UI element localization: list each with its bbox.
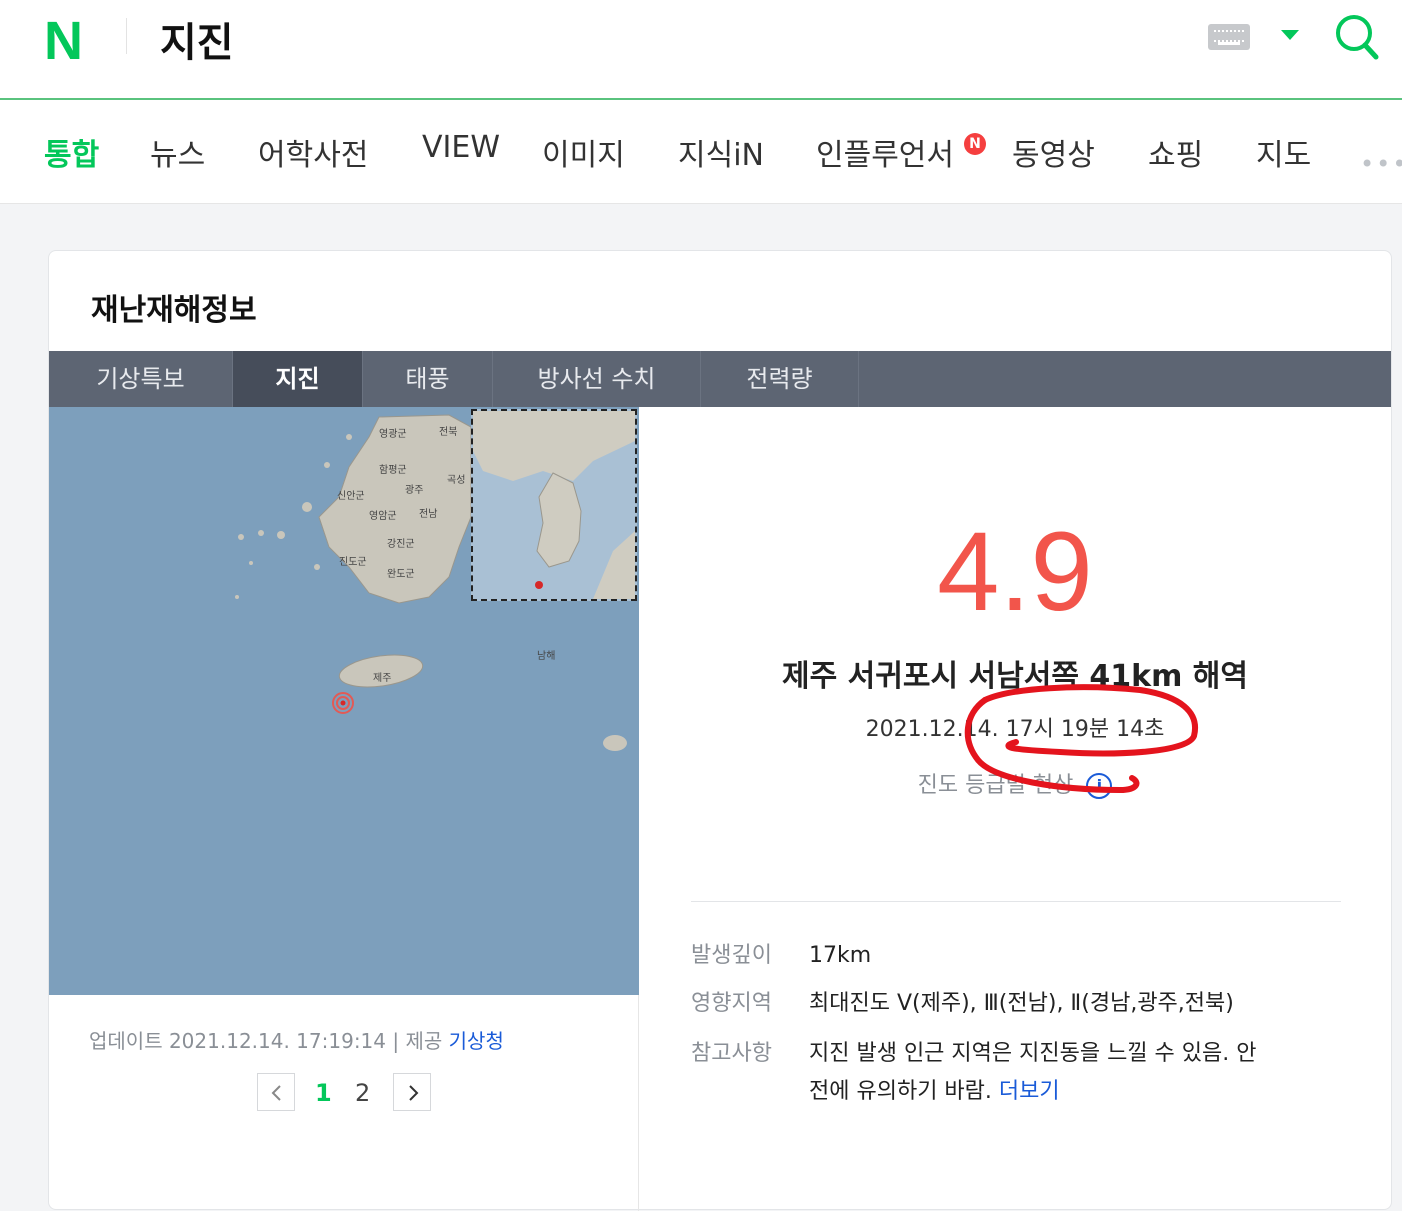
tab-video[interactable]: 동영상 [1012,130,1095,174]
provider-link[interactable]: 기상청 [449,1029,504,1053]
search-icon[interactable] [1334,12,1380,60]
provider-label: 제공 [405,1029,443,1053]
more-link[interactable]: 더보기 [999,1079,1060,1104]
tab-map[interactable]: 지도 [1256,130,1311,174]
tab-images[interactable]: 이미지 [542,130,625,174]
search-tabs: 통합 뉴스 어학사전 VIEW 이미지 지식iN 인플루언서 N 동영상 쇼핑 … [0,100,1402,204]
chevron-down-icon[interactable] [1281,30,1299,40]
earthquake-info: 4.9 제주 서귀포시 서남서쪽 41km 해역 2021.12.14. 17시… [639,407,1391,1211]
inset-map [473,411,635,599]
prev-page-button[interactable] [257,1073,295,1111]
search-query[interactable]: 지진 [160,10,234,68]
subtab-weather-warning[interactable]: 기상특보 [49,351,233,407]
detail-value: 최대진도 Ⅴ(제주), Ⅲ(전남), Ⅱ(경남,광주,전북) [809,991,1234,1016]
disaster-info-card: 재난재해정보 기상특보 지진 태풍 방사선 수치 전력량 영광군 전북함평군광주 곡… [48,250,1392,1211]
korea-overview-inset [471,409,637,601]
subtab-radiation[interactable]: 방사선 수치 [493,351,701,407]
tab-view[interactable]: VIEW [422,130,500,165]
subtab-power[interactable]: 전력량 [701,351,859,407]
page-1[interactable]: 1 [315,1079,332,1107]
more-icon[interactable]: ••• [1360,150,1402,178]
subtab-typhoon[interactable]: 태풍 [363,351,493,407]
tab-all[interactable]: 통합 [44,130,99,174]
map-place-label: 영광군 [379,428,407,440]
detail-value: 전에 유의하기 바람. [809,1079,992,1104]
detail-value: 17km [809,943,872,968]
map-place-label: 신안군 [337,490,365,502]
detail-key: 참고사항 [691,1041,772,1066]
page-2[interactable]: 2 [355,1079,370,1107]
keyboard-icon[interactable] [1208,24,1250,50]
map-place-label: 영암군 [369,510,397,522]
subtab-earthquake[interactable]: 지진 [233,351,363,407]
tab-news[interactable]: 뉴스 [150,130,205,174]
map-place-label: 남해 [537,649,555,662]
divider [126,18,127,54]
info-icon[interactable]: i [1086,773,1113,799]
detail-key: 영향지역 [691,991,772,1016]
map-place-label: 함평군 [379,464,407,476]
divider [691,901,1341,902]
update-time: 업데이트 2021.12.14. 17:19:14 [89,1029,387,1053]
map-place-label: 광주 [405,484,423,496]
detail-affected-area: 영향지역 최대진도 Ⅴ(제주), Ⅲ(전남), Ⅱ(경남,광주,전북) [691,985,1234,1017]
tab-dictionary[interactable]: 어학사전 [258,130,368,174]
detail-notes: 참고사항 지진 발생 인근 지역은 지진동을 느낄 수 있음. 안 [691,1035,1257,1067]
intensity-guide[interactable]: 진도 등급별 현상 i [639,767,1391,799]
update-info: 업데이트 2021.12.14. 17:19:14 | 제공 기상청 [89,1029,504,1053]
map-place-label: 전북 [439,426,457,438]
earthquake-map[interactable]: 영광군 전북함평군광주 곡성신안군영암군 전남강진군진도군완도군제주 남해 [49,407,639,995]
map-footer: 업데이트 2021.12.14. 17:19:14 | 제공 기상청 1 2 [49,995,639,1211]
map-place-label: 완도군 [387,568,415,580]
map-place-label: 진도군 [339,556,367,568]
next-page-button[interactable] [393,1073,431,1111]
chevron-right-icon [409,1085,419,1101]
chevron-left-icon [271,1085,281,1101]
epicenter-location: 제주 서귀포시 서남서쪽 41km 해역 [782,659,1248,694]
card-title: 재난재해정보 [91,293,257,328]
map-place-label: 제주 [373,672,391,684]
map-place-label: 곡성 [447,474,465,486]
new-badge: N [964,133,986,155]
detail-value: 지진 발생 인근 지역은 지진동을 느낄 수 있음. 안 [809,1041,1257,1066]
detail-notes-cont: 전에 유의하기 바람. 더보기 [809,1073,1060,1105]
disaster-subtabs: 기상특보 지진 태풍 방사선 수치 전력량 [49,351,1391,407]
occurrence-time: 2021.12.14. 17시 19분 14초 [865,717,1165,742]
naver-logo[interactable]: N [44,10,83,72]
map-place-label: 전남 [419,508,437,520]
detail-key: 발생깊이 [691,943,772,968]
tab-shopping[interactable]: 쇼핑 [1148,130,1203,174]
tab-influencer[interactable]: 인플루언서 [816,130,954,174]
detail-depth: 발생깊이 17km [691,937,871,969]
magnitude-value: 4.9 [937,509,1093,634]
intensity-label[interactable]: 진도 등급별 현상 [918,773,1074,798]
map-place-label: 강진군 [387,538,415,550]
search-header: N 지진 [0,0,1402,100]
tab-kin[interactable]: 지식iN [678,130,764,174]
